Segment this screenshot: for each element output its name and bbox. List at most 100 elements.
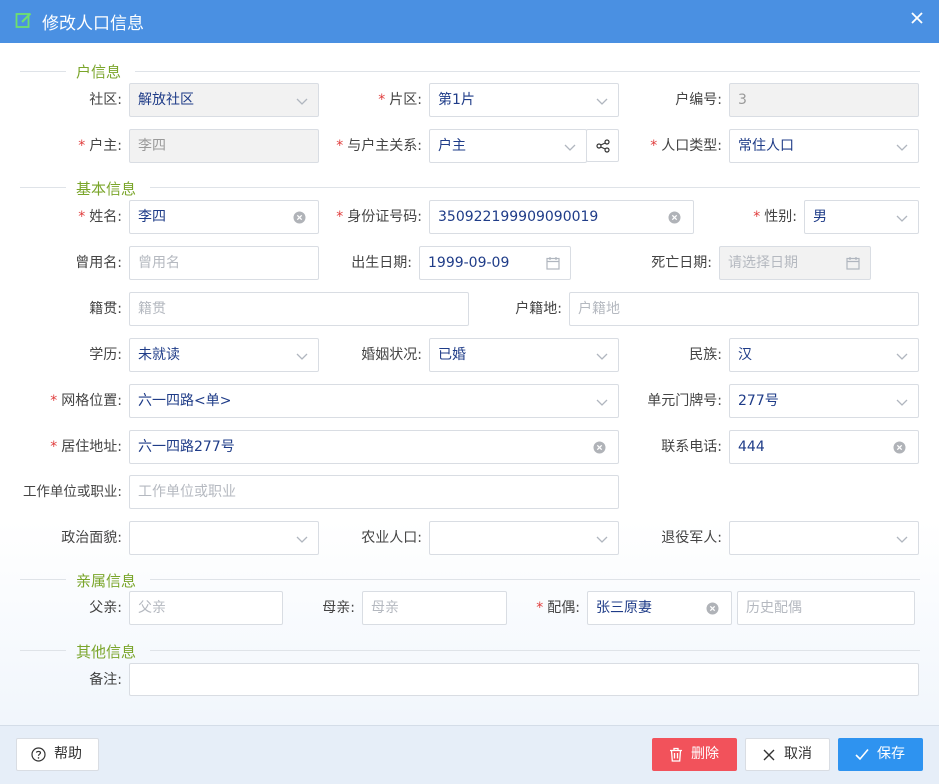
chevron-down-icon xyxy=(296,536,308,543)
section-divider xyxy=(150,187,920,188)
address-input[interactable]: 六一四路277号 xyxy=(129,430,619,464)
domicile-label: 户籍地: xyxy=(515,301,562,317)
save-button-label: 保存 xyxy=(877,746,905,762)
education-label: 学历: xyxy=(89,347,122,363)
chevron-down-icon xyxy=(296,353,308,360)
delete-button-label: 删除 xyxy=(691,746,719,762)
close-icon xyxy=(763,749,775,761)
veteran-label: 退役军人: xyxy=(661,530,722,546)
help-button[interactable]: 帮助 xyxy=(16,738,99,771)
id-no-input[interactable]: 350922199909090019 xyxy=(429,200,694,234)
calendar-icon xyxy=(846,257,860,270)
marital-label: 婚姻状况: xyxy=(361,347,422,363)
section-divider xyxy=(20,71,66,72)
cancel-button[interactable]: 取消 xyxy=(745,738,830,771)
death-date-picker: 请选择日期 xyxy=(719,246,871,280)
name-value: 李四 xyxy=(138,209,166,225)
clear-icon[interactable] xyxy=(706,602,719,615)
door-no-label: 单元门牌号: xyxy=(647,393,722,409)
clear-icon[interactable] xyxy=(593,441,606,454)
mother-label: 母亲: xyxy=(322,600,355,616)
remark-input[interactable] xyxy=(129,663,919,696)
trash-icon xyxy=(670,747,682,762)
mother-input[interactable]: 母亲 xyxy=(362,591,507,625)
spouse-label: * 配偶: xyxy=(536,600,580,616)
phone-label: 联系电话: xyxy=(661,439,722,455)
clear-icon[interactable] xyxy=(668,211,681,224)
address-label: * 居住地址: xyxy=(50,439,122,455)
section-divider xyxy=(20,579,66,580)
education-value: 未就读 xyxy=(138,347,180,363)
close-icon[interactable] xyxy=(909,10,925,26)
dialog-title: 修改人口信息 xyxy=(42,14,144,34)
clear-icon[interactable] xyxy=(893,441,906,454)
gender-value: 男 xyxy=(813,209,827,225)
dialog-titlebar: 修改人口信息 xyxy=(0,0,939,43)
ethnic-label: 民族: xyxy=(689,347,722,363)
calendar-icon xyxy=(546,257,560,270)
chevron-down-icon xyxy=(296,98,308,105)
history-spouse-input[interactable]: 历史配偶 xyxy=(737,591,915,625)
householder-value: 李四 xyxy=(138,138,166,154)
remark-label: 备注: xyxy=(89,672,122,688)
phone-value: 444 xyxy=(738,439,765,455)
gender-label: * 性别: xyxy=(753,209,797,225)
section-title-basic: 基本信息 xyxy=(76,180,137,198)
relation-select[interactable]: 户主 xyxy=(429,129,587,163)
share-button[interactable] xyxy=(586,129,619,162)
ethnic-select[interactable]: 汉 xyxy=(729,338,919,372)
area-label: * 片区: xyxy=(378,92,422,108)
help-icon xyxy=(31,747,46,762)
share-icon xyxy=(596,139,610,153)
chevron-down-icon xyxy=(596,399,608,406)
work-input[interactable]: 工作单位或职业 xyxy=(129,475,619,509)
death-date-placeholder: 请选择日期 xyxy=(728,255,798,271)
chevron-down-icon xyxy=(564,144,576,151)
area-select[interactable]: 第1片 xyxy=(429,83,619,117)
birth-date-value: 1999-09-09 xyxy=(428,255,510,271)
clear-icon[interactable] xyxy=(293,211,306,224)
household-no-input: 3 xyxy=(729,83,919,117)
section-title-household: 户信息 xyxy=(76,63,122,81)
former-name-label: 曾用名: xyxy=(75,255,122,271)
veteran-select[interactable] xyxy=(729,521,919,555)
section-title-other: 其他信息 xyxy=(76,643,137,661)
gender-select[interactable]: 男 xyxy=(804,200,919,234)
relation-value: 户主 xyxy=(438,138,466,154)
chevron-down-icon xyxy=(896,353,908,360)
mother-placeholder: 母亲 xyxy=(371,600,399,616)
grid-value: 六一四路<单> xyxy=(138,393,232,409)
domicile-placeholder: 户籍地 xyxy=(578,301,620,317)
household-no-value: 3 xyxy=(738,92,747,108)
birth-date-picker[interactable]: 1999-09-09 xyxy=(419,246,571,280)
political-select[interactable] xyxy=(129,521,319,555)
spouse-value: 张三原妻 xyxy=(596,600,652,616)
door-no-select[interactable]: 277号 xyxy=(729,384,919,418)
chevron-down-icon xyxy=(896,536,908,543)
household-no-label: 户编号: xyxy=(675,92,722,108)
grid-select[interactable]: 六一四路<单> xyxy=(129,384,619,418)
save-button[interactable]: 保存 xyxy=(838,738,923,771)
agri-select[interactable] xyxy=(429,521,619,555)
ethnic-value: 汉 xyxy=(738,347,752,363)
native-place-placeholder: 籍贯 xyxy=(138,301,166,317)
community-select: 解放社区 xyxy=(129,83,319,117)
name-input[interactable]: 李四 xyxy=(129,200,319,234)
pop-type-label: * 人口类型: xyxy=(650,138,722,154)
chevron-down-icon xyxy=(896,215,908,222)
phone-input[interactable]: 444 xyxy=(729,430,919,464)
address-value: 六一四路277号 xyxy=(138,439,235,455)
education-select[interactable]: 未就读 xyxy=(129,338,319,372)
former-name-input[interactable]: 曾用名 xyxy=(129,246,319,280)
name-label: * 姓名: xyxy=(78,209,122,225)
delete-button[interactable]: 删除 xyxy=(652,738,737,771)
work-placeholder: 工作单位或职业 xyxy=(138,484,236,500)
spouse-input[interactable]: 张三原妻 xyxy=(587,591,732,625)
cancel-button-label: 取消 xyxy=(784,746,812,762)
section-divider xyxy=(20,187,66,188)
domicile-input[interactable]: 户籍地 xyxy=(569,292,919,326)
native-place-input[interactable]: 籍贯 xyxy=(129,292,469,326)
pop-type-select[interactable]: 常住人口 xyxy=(729,129,919,163)
section-title-relatives: 亲属信息 xyxy=(76,572,137,590)
marital-select[interactable]: 已婚 xyxy=(429,338,619,372)
